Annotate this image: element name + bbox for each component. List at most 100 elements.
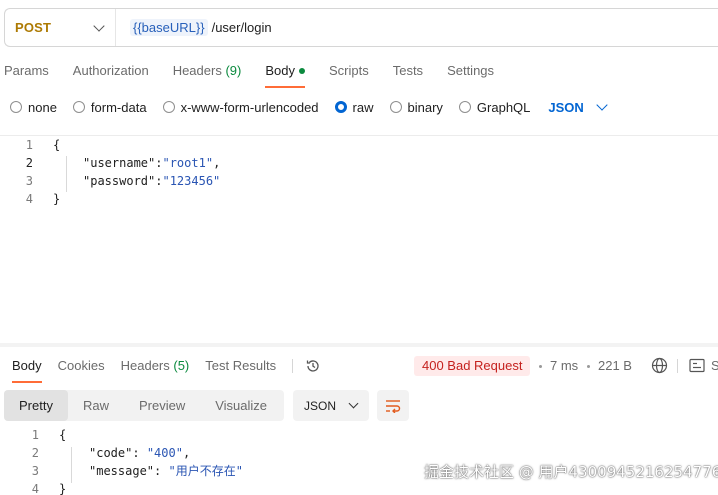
line-number: 4 <box>31 482 39 495</box>
tab-params[interactable]: Params <box>4 56 49 86</box>
line-number: 1 <box>31 428 39 442</box>
radio-label: binary <box>407 99 443 115</box>
json-key: "password" <box>83 174 156 188</box>
url-input[interactable]: {{baseURL}} /user/login <box>116 19 272 36</box>
format-label: JSON <box>548 99 584 115</box>
code-text: { <box>59 428 67 442</box>
tab-label: Authorization <box>72 63 149 78</box>
json-key: "code" <box>89 446 133 460</box>
json-sep: : <box>132 446 147 460</box>
radio-checked-icon <box>334 101 347 113</box>
code-line: 3 "password":"123456" <box>0 172 221 190</box>
json-value: "用户不存在" <box>168 464 243 478</box>
tab-label: Settings <box>447 63 495 78</box>
view-pretty[interactable]: Pretty <box>4 390 68 421</box>
url-variable[interactable]: {{baseURL}} <box>130 19 208 36</box>
radio-icon <box>10 101 22 113</box>
radio-label: raw <box>352 99 374 115</box>
line-number: 2 <box>25 156 33 170</box>
body-type-graphql[interactable]: GraphQL <box>458 99 531 115</box>
wrap-lines-icon <box>386 399 401 413</box>
tab-label: Body <box>265 63 295 78</box>
pane-resizer[interactable] <box>0 343 718 347</box>
radio-label: form-data <box>90 99 147 115</box>
tab-tests[interactable]: Tests <box>393 56 423 86</box>
code-line: 2 "username":"root1", <box>0 154 221 172</box>
body-type-form-data[interactable]: form-data <box>72 99 147 115</box>
tab-scripts[interactable]: Scripts <box>329 56 369 86</box>
code-text: } <box>59 482 67 495</box>
format-label: JSON <box>304 398 337 413</box>
radio-label: x-www-form-urlencoded <box>180 99 319 115</box>
body-type-none[interactable]: none <box>10 100 57 115</box>
line-number: 3 <box>25 174 33 188</box>
tab-settings[interactable]: Settings <box>447 56 494 86</box>
code-line: 2 "code": "400", <box>6 444 190 462</box>
radio-label: none <box>28 99 57 115</box>
bullet <box>539 365 542 368</box>
method-select[interactable]: POST <box>5 9 116 46</box>
response-tab-test-results[interactable]: Test Results <box>205 352 276 380</box>
json-value: "400" <box>146 446 183 460</box>
tab-label: Test Results <box>205 358 277 373</box>
tab-authorization[interactable]: Authorization <box>73 56 149 86</box>
response-time[interactable]: 7 ms <box>550 356 578 376</box>
divider <box>292 359 294 373</box>
line-number: 1 <box>25 138 33 152</box>
response-tab-body[interactable]: Body <box>12 352 42 383</box>
raw-format-select[interactable]: JSON <box>548 99 608 115</box>
chevron-down-icon <box>93 19 105 32</box>
response-format-select[interactable]: JSON <box>293 390 369 421</box>
json-key: "message" <box>89 464 155 478</box>
response-tab-cookies[interactable]: Cookies <box>58 352 105 380</box>
chevron-down-icon <box>348 398 359 409</box>
radio-label: GraphQL <box>476 99 531 115</box>
code-line: 1{ <box>0 136 60 154</box>
radio-icon <box>162 101 175 113</box>
body-type-urlencoded[interactable]: x-www-form-urlencoded <box>162 99 319 115</box>
url-path: /user/login <box>211 20 272 35</box>
headers-count: (5) <box>173 358 190 373</box>
status-badge[interactable]: 400 Bad Request <box>414 356 531 376</box>
divider <box>677 359 678 373</box>
code-text: } <box>53 192 61 206</box>
view-raw[interactable]: Raw <box>68 390 124 421</box>
bullet <box>587 365 590 368</box>
tab-label: Tests <box>392 63 424 78</box>
active-dot-icon <box>298 67 305 74</box>
code-line: 4} <box>0 190 60 208</box>
method-label: POST <box>15 20 52 35</box>
response-tab-headers[interactable]: Headers (5) <box>121 352 190 380</box>
watermark: 掘金技术社区 @ 用户4300945216254776 <box>424 463 718 481</box>
wrap-lines-button[interactable] <box>377 390 409 421</box>
history-icon[interactable] <box>305 358 321 374</box>
request-tabs: Params Authorization Headers (9) Body Sc… <box>0 56 518 88</box>
globe-icon[interactable] <box>651 357 668 374</box>
tab-body[interactable]: Body <box>265 56 305 88</box>
line-number: 3 <box>31 464 39 478</box>
json-tail: , <box>213 156 221 170</box>
view-preview[interactable]: Preview <box>124 390 200 421</box>
tab-label: Cookies <box>57 358 105 373</box>
chevron-down-icon <box>596 99 608 111</box>
tab-label: Scripts <box>328 63 369 78</box>
radio-icon <box>458 101 471 113</box>
body-type-raw[interactable]: raw <box>334 99 374 115</box>
json-sep: : <box>154 464 169 478</box>
radio-icon <box>389 101 402 113</box>
view-mode-toggle: Pretty Raw Preview Visualize <box>4 390 284 421</box>
json-tail: , <box>182 446 191 460</box>
tab-label: Body <box>12 358 42 373</box>
save-response-icon[interactable] <box>689 358 705 373</box>
view-visualize[interactable]: Visualize <box>200 390 282 421</box>
body-type-binary[interactable]: binary <box>389 99 443 115</box>
response-size[interactable]: 221 B <box>598 356 632 376</box>
tab-label: Headers <box>120 358 170 373</box>
json-value: "123456" <box>162 174 221 188</box>
tab-headers[interactable]: Headers (9) <box>173 56 242 86</box>
line-number: 4 <box>25 192 33 206</box>
code-text: { <box>53 138 61 152</box>
radio-icon <box>72 101 85 113</box>
divider <box>0 135 718 136</box>
json-key: "username" <box>83 156 156 170</box>
